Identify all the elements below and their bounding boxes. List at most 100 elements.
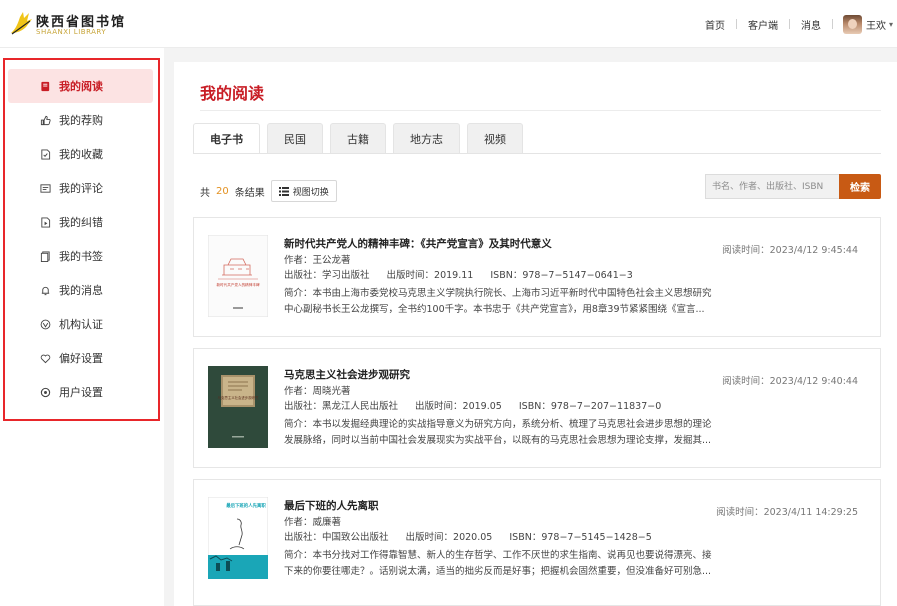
book-author: 作者：威廉著 (284, 516, 342, 528)
cover-title: 新时代共产党人的精神丰碑 (216, 282, 260, 287)
book-description-line: 简介：本书以发掘经典理论的实战指导意义为研究方向，系统分析、梳理了马克思社会进步… (284, 418, 712, 430)
result-count: 20 (216, 185, 229, 197)
book-cover[interactable]: 新时代共产党人的精神丰碑 (208, 235, 268, 317)
sidebar-item-label: 机构认证 (59, 318, 103, 331)
book-publisher: 出版社：学习出版社 (284, 270, 370, 281)
book-pubdate: 出版时间：2019.05 (415, 401, 502, 412)
page-title: 我的阅读 (200, 84, 265, 103)
sidebar-item-label: 我的书签 (59, 250, 103, 263)
logo-english-name: SHAANXI LIBRARY (36, 28, 107, 36)
sidebar-item-label: 我的消息 (59, 284, 103, 297)
user-menu[interactable]: 王欢 ▾ (842, 14, 893, 34)
book-title[interactable]: 马克思主义社会进步观研究 (284, 370, 784, 381)
certification-icon (40, 319, 51, 329)
book-pubdate: 出版时间：2019.11 (386, 270, 474, 281)
tab-ancient-books[interactable]: 古籍 (330, 123, 386, 153)
view-toggle-button[interactable]: 视图切换 (270, 180, 337, 202)
book-title[interactable]: 最后下班的人先离职 (284, 501, 784, 512)
book-description-line: 下来的你要往哪走？。话别说太满，适当的拙劣反而是好事；把握机会固然重要，但没准备… (284, 565, 712, 577)
book-item[interactable]: 马克思主义社会进步观研究 马克思主义社会进步观研究 作者：周晓光著 出版社：黑龙… (193, 348, 881, 468)
sidebar: 我的阅读 我的荐购 我的收藏 我的评论 我的纠错 我的书签 我的消息 机构认证 (0, 48, 164, 606)
result-summary: 共 20 条结果 视图切换 (200, 180, 337, 202)
tab-local-chronicles[interactable]: 地方志 (393, 123, 460, 153)
tab-republic-era[interactable]: 民国 (267, 123, 323, 153)
thumb-up-icon (40, 115, 51, 125)
book-isbn: ISBN：978−7−207−11837−0 (518, 401, 662, 412)
book-publisher: 出版社：黑龙江人民出版社 (284, 401, 399, 412)
top-nav: 首页 客户端 消息 王欢 ▾ (694, 0, 897, 48)
bell-icon (41, 286, 50, 295)
book-author: 作者：王公龙著 (284, 254, 351, 266)
book-publisher: 出版社：中国致公出版社 (284, 532, 389, 543)
book-item[interactable]: 最后下班的人先离职 最后下班的人先离职 作者：威廉著 出版社：中国致公出版社 出… (193, 479, 881, 606)
tab-ebooks[interactable]: 电子书 (193, 123, 260, 153)
book-author: 作者：周晓光著 (284, 385, 351, 397)
book-title[interactable]: 新时代共产党人的精神丰碑：《共产党宣言》及其时代意义 (284, 239, 784, 250)
sidebar-item-my-reading[interactable]: 我的阅读 (8, 69, 153, 103)
book-description-line: 简介：本书分找对工作得靠智慧、新人的生存哲学、工作不厌世的求生指南、说再见也要说… (284, 549, 712, 561)
sidebar-item-label: 我的荐购 (59, 114, 103, 127)
book-meta: 出版社：中国致公出版社 出版时间：2020.05 ISBN：978−7−5145… (284, 533, 784, 543)
bookmark-icon (40, 250, 50, 262)
result-prefix: 共 (200, 187, 210, 199)
top-header: 陕西省图书馆 SHAANXI LIBRARY 首页 客户端 消息 王欢 ▾ (0, 0, 897, 48)
book-info: 新时代共产党人的精神丰碑：《共产党宣言》及其时代意义 作者：王公龙著 出版社：学… (284, 239, 784, 319)
book-description-line: 发展脉络，同时以当前中国社会发展现实为实战平台，以既有的马克思社会思想为理论支撑… (284, 434, 712, 446)
view-toggle-label: 视图切换 (292, 187, 329, 198)
book-cover[interactable]: 马克思主义社会进步观研究 (208, 366, 268, 448)
comment-icon (40, 183, 51, 193)
tabs-divider (193, 153, 881, 154)
book-isbn: ISBN：978−7−5147−0641−3 (490, 270, 633, 281)
main-panel: 我的阅读 电子书 民国 古籍 地方志 视频 共 20 条结果 视图切换 检索 新… (174, 62, 897, 606)
sidebar-item-user-settings[interactable]: 用户设置 (8, 375, 153, 409)
sidebar-item-label: 偏好设置 (59, 352, 103, 365)
list-view-icon (278, 186, 289, 196)
cover-title: 马克思主义社会进步观研究 (218, 395, 259, 400)
sidebar-item-institution-auth[interactable]: 机构认证 (8, 307, 153, 341)
book-info: 最后下班的人先离职 作者：威廉著 出版社：中国致公出版社 出版时间：2020.0… (284, 501, 784, 581)
book-cover-image: 马克思主义社会进步观研究 (208, 366, 268, 448)
search-bar: 检索 (705, 174, 881, 199)
sidebar-item-my-comments[interactable]: 我的评论 (8, 171, 153, 205)
search-input[interactable] (705, 174, 839, 199)
book-meta: 出版社：学习出版社 出版时间：2019.11 ISBN：978−7−5147−0… (284, 271, 784, 281)
nav-divider (831, 19, 833, 29)
sidebar-item-my-messages[interactable]: 我的消息 (8, 273, 153, 307)
sidebar-item-label: 我的阅读 (59, 80, 103, 93)
read-time: 阅读时间：2023/4/12 9:45:44 (722, 245, 858, 256)
sidebar-item-label: 我的评论 (59, 182, 103, 195)
nav-client-link[interactable]: 客户端 (737, 17, 789, 32)
nav-messages-link[interactable]: 消息 (790, 17, 832, 32)
book-isbn: ISBN：978−7−5145−1428−5 (509, 532, 652, 543)
search-button[interactable]: 检索 (839, 174, 881, 199)
chevron-down-icon: ▾ (888, 19, 893, 29)
library-logo[interactable]: 陕西省图书馆 SHAANXI LIBRARY (8, 8, 128, 40)
book-pubdate: 出版时间：2020.05 (405, 532, 493, 543)
sidebar-item-my-bookmarks[interactable]: 我的书签 (8, 239, 153, 273)
title-divider (200, 110, 881, 111)
logo-mark-icon (11, 12, 32, 35)
sidebar-menu-highlight: 我的阅读 我的荐购 我的收藏 我的评论 我的纠错 我的书签 我的消息 机构认证 (3, 58, 160, 421)
read-time: 阅读时间：2023/4/12 9:40:44 (722, 376, 858, 387)
book-item[interactable]: 新时代共产党人的精神丰碑 新时代共产党人的精神丰碑：《共产党宣言》及其时代意义 … (193, 217, 881, 337)
book-cover-image: 最后下班的人先离职 (208, 497, 268, 579)
book-description-line: 简介：本书由上海市委党校马克思主义学院执行院长、上海市习近平新时代中国特色社会主… (284, 287, 712, 299)
sidebar-item-my-recommendations[interactable]: 我的荐购 (8, 103, 153, 137)
sidebar-item-my-favorites[interactable]: 我的收藏 (8, 137, 153, 171)
sidebar-item-preferences[interactable]: 偏好设置 (8, 341, 153, 375)
book-cover[interactable]: 最后下班的人先离职 (208, 497, 268, 579)
book-meta: 出版社：黑龙江人民出版社 出版时间：2019.05 ISBN：978−7−207… (284, 402, 784, 412)
tab-videos[interactable]: 视频 (467, 123, 523, 153)
nav-home-link[interactable]: 首页 (694, 17, 736, 32)
favorite-icon (41, 148, 51, 160)
book-description-line: 中心副秘书长王公龙撰写，全书约100千字。本书忠于《共产党宣言》，用8章39节紧… (284, 303, 705, 315)
book-cover-image: 新时代共产党人的精神丰碑 (208, 235, 268, 317)
book-icon (41, 81, 50, 91)
sidebar-item-my-corrections[interactable]: 我的纠错 (8, 205, 153, 239)
sidebar-item-label: 用户设置 (59, 386, 103, 399)
book-info: 马克思主义社会进步观研究 作者：周晓光著 出版社：黑龙江人民出版社 出版时间：2… (284, 370, 784, 450)
cover-title: 最后下班的人先离职 (226, 502, 266, 509)
settings-icon (40, 387, 51, 397)
result-suffix: 条结果 (234, 187, 265, 199)
avatar (842, 14, 862, 34)
